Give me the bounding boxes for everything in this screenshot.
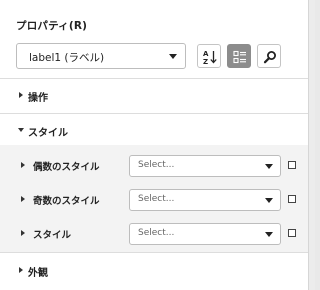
properties-panel: プロパティ(R) label1 (ラベル) A Z 操作 スタイル 偶数のスタイ… [0, 0, 309, 290]
svg-text:Z: Z [203, 58, 208, 65]
chevron-down-icon [265, 232, 273, 237]
chevron-right-icon[interactable] [21, 196, 25, 202]
chevron-down-icon [18, 128, 24, 132]
select-placeholder: Select... [138, 160, 175, 170]
property-label: 偶数のスタイル [33, 162, 100, 173]
svg-text:A: A [203, 50, 209, 58]
section-style-header[interactable]: スタイル [0, 121, 308, 141]
sort-alphabetical-button[interactable]: A Z [197, 44, 221, 68]
chevron-down-icon [265, 164, 273, 169]
chevron-right-icon [19, 92, 23, 98]
splitter[interactable] [309, 0, 315, 290]
odd-style-select[interactable]: Select... [129, 189, 281, 211]
chevron-right-icon[interactable] [21, 230, 25, 236]
odd-style-checkbox[interactable] [288, 195, 296, 203]
search-icon [263, 51, 276, 64]
divider [0, 252, 308, 253]
chevron-right-icon[interactable] [21, 162, 25, 168]
property-row-even-style: 偶数のスタイル Select... [0, 152, 308, 182]
chevron-right-icon [19, 267, 23, 273]
style-checkbox[interactable] [288, 229, 296, 237]
style-properties: 偶数のスタイル Select... 奇数のスタイル Select... スタイル… [0, 145, 308, 252]
sort-az-icon: A Z [203, 50, 217, 65]
panel-title: プロパティ(R) [16, 20, 88, 32]
category-view-icon [233, 50, 246, 64]
object-select-value: label1 (ラベル) [29, 52, 105, 64]
section-operation-label: 操作 [28, 93, 48, 104]
property-row-odd-style: 奇数のスタイル Select... [0, 186, 308, 216]
chevron-down-icon [265, 198, 273, 203]
even-style-checkbox[interactable] [288, 161, 296, 169]
property-row-style: スタイル Select... [0, 220, 308, 250]
section-appearance-header[interactable]: 外観 [0, 260, 308, 280]
style-select[interactable]: Select... [129, 223, 281, 245]
select-placeholder: Select... [138, 194, 175, 204]
section-appearance-label: 外観 [28, 268, 48, 279]
object-select[interactable]: label1 (ラベル) [16, 43, 186, 69]
section-operation-header[interactable]: 操作 [0, 86, 308, 106]
divider [0, 113, 308, 114]
property-label: スタイル [33, 230, 72, 241]
chevron-down-icon [169, 54, 177, 59]
even-style-select[interactable]: Select... [129, 155, 281, 177]
categorized-view-button[interactable] [227, 44, 251, 68]
select-placeholder: Select... [138, 228, 175, 238]
section-style-label: スタイル [28, 128, 68, 139]
divider [0, 78, 308, 79]
property-label: 奇数のスタイル [33, 196, 100, 207]
search-button[interactable] [257, 44, 281, 68]
